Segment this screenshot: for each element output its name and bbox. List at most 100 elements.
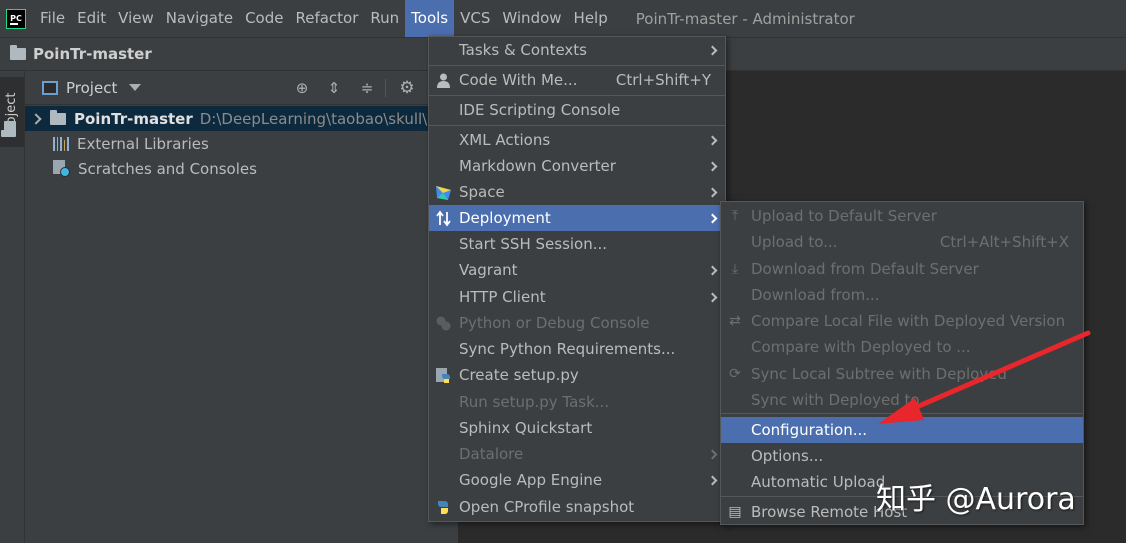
menu-separator bbox=[429, 95, 725, 96]
menu-item-label: Google App Engine bbox=[459, 471, 603, 489]
python-console-icon bbox=[436, 316, 451, 331]
chevron-right-icon bbox=[707, 161, 718, 171]
python-file-icon bbox=[436, 368, 450, 383]
menu-item-sync-python-requirements[interactable]: Sync Python Requirements... bbox=[429, 336, 725, 362]
menu-view[interactable]: View bbox=[112, 0, 160, 37]
menu-item-label: Vagrant bbox=[459, 261, 518, 279]
menu-item-label: Open CProfile snapshot bbox=[459, 498, 635, 516]
menu-item-label: Compare Local File with Deployed Version bbox=[751, 312, 1066, 330]
deployment-arrows-icon bbox=[436, 210, 451, 227]
menu-item-start-ssh-session[interactable]: Start SSH Session... bbox=[429, 231, 725, 257]
menu-item-tasks-contexts[interactable]: Tasks & Contexts bbox=[429, 37, 725, 63]
menu-item-label: Options... bbox=[751, 447, 824, 465]
menu-separator bbox=[429, 125, 725, 126]
chevron-right-icon bbox=[707, 45, 718, 55]
tree-row-scratches[interactable]: Scratches and Consoles bbox=[25, 156, 458, 181]
menu-item-label: Create setup.py bbox=[459, 366, 579, 384]
project-root-path: D:\DeepLearning\taobao\skull\Po bbox=[199, 109, 445, 128]
menu-tools[interactable]: Tools bbox=[405, 0, 455, 37]
menu-item-label: Sync Local Subtree with Deployed bbox=[751, 365, 1007, 383]
python-profile-icon bbox=[438, 501, 448, 514]
menu-refactor[interactable]: Refactor bbox=[289, 0, 364, 37]
download-icon: ⤓ bbox=[731, 261, 739, 277]
chevron-right-icon bbox=[707, 292, 718, 302]
collapse-all-icon[interactable]: ≑ bbox=[358, 79, 376, 97]
menu-run[interactable]: Run bbox=[364, 0, 405, 37]
expand-all-icon[interactable]: ⇕ bbox=[325, 79, 343, 97]
menu-code[interactable]: Code bbox=[239, 0, 289, 37]
compare-icon: ⇄ bbox=[729, 313, 741, 329]
submenu-sync-local-subtree: ⟳ Sync Local Subtree with Deployed bbox=[721, 361, 1083, 387]
submenu-compare-deployed-to: Compare with Deployed to ... bbox=[721, 334, 1083, 360]
user-icon bbox=[437, 73, 450, 88]
menu-item-open-cprofile-snapshot[interactable]: Open CProfile snapshot bbox=[429, 494, 725, 520]
menu-item-label: Space bbox=[459, 183, 505, 201]
tree-row-project-root[interactable]: PoinTr-master D:\DeepLearning\taobao\sku… bbox=[25, 106, 458, 131]
menu-item-vagrant[interactable]: Vagrant bbox=[429, 257, 725, 283]
menu-item-label: Download from Default Server bbox=[751, 260, 979, 278]
menu-item-run-setup-py-task: Run setup.py Task... bbox=[429, 389, 725, 415]
chevron-right-icon[interactable] bbox=[30, 112, 42, 125]
menu-item-datalore: Datalore bbox=[429, 441, 725, 467]
menu-item-create-setup-py[interactable]: Create setup.py bbox=[429, 362, 725, 388]
menu-item-http-client[interactable]: HTTP Client bbox=[429, 284, 725, 310]
submenu-options[interactable]: Options... bbox=[721, 443, 1083, 469]
menu-navigate[interactable]: Navigate bbox=[160, 0, 239, 37]
menu-item-space[interactable]: Space bbox=[429, 179, 725, 205]
submenu-download-from: Download from... bbox=[721, 282, 1083, 308]
menu-item-markdown-converter[interactable]: Markdown Converter bbox=[429, 153, 725, 179]
folder-icon bbox=[50, 109, 66, 125]
chevron-down-icon[interactable] bbox=[129, 84, 142, 91]
menu-item-label: Sync Python Requirements... bbox=[459, 340, 676, 358]
gear-icon[interactable]: ⚙ bbox=[398, 78, 416, 98]
breadcrumb-project[interactable]: PoinTr-master bbox=[33, 45, 152, 63]
folder-icon bbox=[4, 121, 16, 137]
menu-vcs[interactable]: VCS bbox=[454, 0, 496, 37]
tree-row-external-libraries[interactable]: External Libraries bbox=[25, 131, 458, 156]
select-opened-file-icon[interactable]: ⊕ bbox=[293, 79, 311, 97]
project-root-name: PoinTr-master bbox=[74, 109, 193, 128]
chevron-right-icon bbox=[707, 213, 718, 223]
project-panel-header: Project ⊕ ⇕ ≑ ⚙ bbox=[25, 71, 458, 105]
menu-item-deployment[interactable]: Deployment bbox=[429, 205, 725, 231]
menu-bar: PC File Edit View Navigate Code Refactor… bbox=[0, 0, 1126, 37]
sync-icon: ⟳ bbox=[729, 366, 741, 382]
folder-icon bbox=[10, 45, 26, 60]
chevron-right-icon bbox=[707, 135, 718, 145]
menu-item-google-app-engine[interactable]: Google App Engine bbox=[429, 467, 725, 493]
submenu-compare-local-file: ⇄ Compare Local File with Deployed Versi… bbox=[721, 308, 1083, 334]
menu-help[interactable]: Help bbox=[568, 0, 614, 37]
space-icon bbox=[436, 186, 451, 200]
project-panel-title[interactable]: Project bbox=[66, 79, 117, 97]
menu-item-label: Python or Debug Console bbox=[459, 314, 650, 332]
menu-item-label: Upload to Default Server bbox=[751, 207, 937, 225]
menu-file[interactable]: File bbox=[34, 0, 71, 37]
submenu-upload-to: Upload to... Ctrl+Alt+Shift+X bbox=[721, 229, 1083, 255]
menu-item-xml-actions[interactable]: XML Actions bbox=[429, 127, 725, 153]
submenu-configuration[interactable]: Configuration... bbox=[721, 417, 1083, 443]
pycharm-logo-icon: PC bbox=[6, 8, 26, 29]
menu-item-label: Start SSH Session... bbox=[459, 235, 608, 253]
chevron-right-icon bbox=[707, 187, 718, 197]
project-panel: Project ⊕ ⇕ ≑ ⚙ PoinTr-master D:\DeepLea… bbox=[25, 71, 458, 543]
menu-item-code-with-me[interactable]: Code With Me... Ctrl+Shift+Y bbox=[429, 67, 725, 93]
project-view-icon bbox=[42, 80, 58, 95]
menu-item-label: Run setup.py Task... bbox=[459, 393, 610, 411]
upload-icon: ⤒ bbox=[731, 208, 739, 224]
menu-item-label: Deployment bbox=[459, 209, 551, 227]
chevron-right-icon bbox=[707, 265, 718, 275]
menu-item-sphinx-quickstart[interactable]: Sphinx Quickstart bbox=[429, 415, 725, 441]
menu-item-shortcut: Ctrl+Alt+Shift+X bbox=[939, 233, 1069, 251]
menu-item-label: Upload to... bbox=[751, 233, 838, 251]
menu-item-ide-scripting-console[interactable]: IDE Scripting Console bbox=[429, 97, 725, 123]
menu-item-label: IDE Scripting Console bbox=[459, 101, 621, 119]
menu-item-python-debug-console: Python or Debug Console bbox=[429, 310, 725, 336]
project-tool-window-button[interactable]: Project bbox=[0, 77, 24, 147]
tools-dropdown-menu: Tasks & Contexts Code With Me... Ctrl+Sh… bbox=[428, 36, 726, 522]
menu-edit[interactable]: Edit bbox=[71, 0, 112, 37]
menu-window[interactable]: Window bbox=[496, 0, 567, 37]
menu-item-label: Datalore bbox=[459, 445, 524, 463]
submenu-upload-default-server: ⤒ Upload to Default Server bbox=[721, 203, 1083, 229]
menu-item-label: Automatic Upload bbox=[751, 473, 886, 491]
menu-item-shortcut: Ctrl+Shift+Y bbox=[615, 71, 711, 89]
